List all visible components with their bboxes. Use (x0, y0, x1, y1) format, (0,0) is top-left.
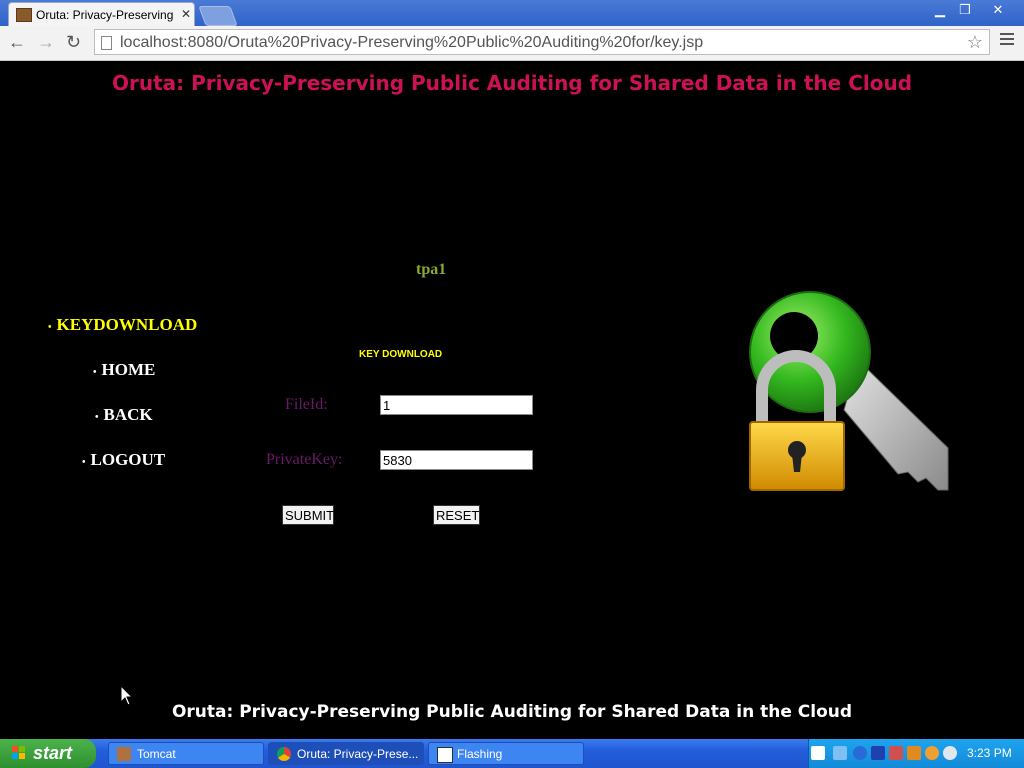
bookmark-star-icon[interactable]: ☆ (967, 32, 983, 53)
tab-title: Oruta: Privacy-Preserving Pu (36, 8, 176, 22)
address-bar[interactable]: localhost:8080/Oruta%20Privacy-Preservin… (94, 29, 990, 55)
reset-button[interactable]: RESET (433, 505, 480, 525)
browser-toolbar: ← → ↻ localhost:8080/Oruta%20Privacy-Pre… (0, 26, 1024, 61)
tray-app-icon-3[interactable] (907, 746, 921, 760)
page-footer: Oruta: Privacy-Preserving Public Auditin… (171, 702, 853, 722)
network-icon[interactable] (833, 746, 847, 760)
restore-icon[interactable]: ❐ (955, 2, 975, 18)
bullet-icon: • (48, 322, 52, 333)
task-label: Flashing (457, 747, 503, 761)
help-icon[interactable] (811, 746, 825, 760)
browser-titlebar: Oruta: Privacy-Preserving Pu ✕ ▁ ❐ ✕ (0, 0, 1024, 26)
page-heading: Oruta: Privacy-Preserving Public Auditin… (111, 71, 913, 95)
back-arrow-icon[interactable]: ← (8, 32, 26, 53)
new-tab-button[interactable] (198, 6, 238, 26)
windows-flag-icon (12, 746, 25, 759)
system-tray: 3:23 PM (808, 739, 1024, 768)
tray-app-icon-4[interactable] (925, 746, 939, 760)
forward-arrow-icon[interactable]: → (37, 32, 55, 53)
chat-icon[interactable] (943, 746, 957, 760)
page-content: Oruta: Privacy-Preserving Public Auditin… (0, 61, 1024, 739)
nav-home[interactable]: • HOME (93, 360, 155, 380)
bullet-icon: • (93, 367, 97, 378)
username: tpa1 (416, 261, 447, 278)
privatekey-input[interactable] (380, 450, 533, 470)
windows-taskbar: start Tomcat Oruta: Privacy-Prese... Fla… (0, 739, 1024, 768)
tab-close-icon[interactable]: ✕ (181, 7, 191, 21)
task-label: Tomcat (137, 747, 176, 761)
taskbar-item-tomcat[interactable]: Tomcat (108, 742, 264, 765)
nav-logout[interactable]: • LOGOUT (82, 450, 165, 470)
url-text: localhost:8080/Oruta%20Privacy-Preservin… (120, 34, 704, 51)
close-window-icon[interactable]: ✕ (985, 2, 1011, 18)
tomcat-icon (117, 747, 131, 761)
nav-keydownload[interactable]: • KEYDOWNLOAD (48, 315, 197, 335)
nav-back[interactable]: • BACK (95, 405, 153, 425)
fileid-label: FileId: (285, 396, 328, 413)
taskbar-item-chrome[interactable]: Oruta: Privacy-Prese... (268, 742, 424, 765)
submit-button[interactable]: SUBMIT (282, 505, 334, 525)
minimize-icon[interactable]: ▁ (930, 2, 950, 18)
bullet-icon: • (95, 412, 99, 423)
start-label: start (33, 743, 73, 763)
tomcat-favicon-icon (16, 8, 32, 22)
start-button[interactable]: start (0, 739, 96, 768)
privatekey-label: PrivateKey: (266, 451, 343, 468)
reload-icon[interactable]: ↻ (66, 32, 81, 53)
clock: 3:23 PM (967, 746, 1012, 760)
task-label: Oruta: Privacy-Prese... (297, 747, 419, 761)
window-app-icon (437, 747, 453, 763)
page-icon (101, 36, 112, 50)
nav-label: HOME (101, 360, 156, 379)
nav-label: BACK (103, 405, 153, 424)
chevron-left-icon[interactable] (853, 746, 867, 760)
nav-label: KEYDOWNLOAD (56, 315, 198, 334)
mouse-cursor-icon (120, 685, 134, 706)
bullet-icon: • (82, 457, 86, 468)
fileid-input[interactable] (380, 395, 533, 415)
browser-tab[interactable]: Oruta: Privacy-Preserving Pu ✕ (8, 2, 195, 26)
chrome-menu-icon[interactable] (1000, 33, 1014, 48)
lock-key-icon (749, 291, 949, 491)
nav-label: LOGOUT (90, 450, 166, 469)
tray-app-icon-2[interactable] (889, 746, 903, 760)
taskbar-item-flashing[interactable]: Flashing (428, 742, 584, 765)
form-title: KEY DOWNLOAD (359, 349, 443, 360)
chrome-icon (277, 747, 291, 761)
tray-app-icon[interactable] (871, 746, 885, 760)
